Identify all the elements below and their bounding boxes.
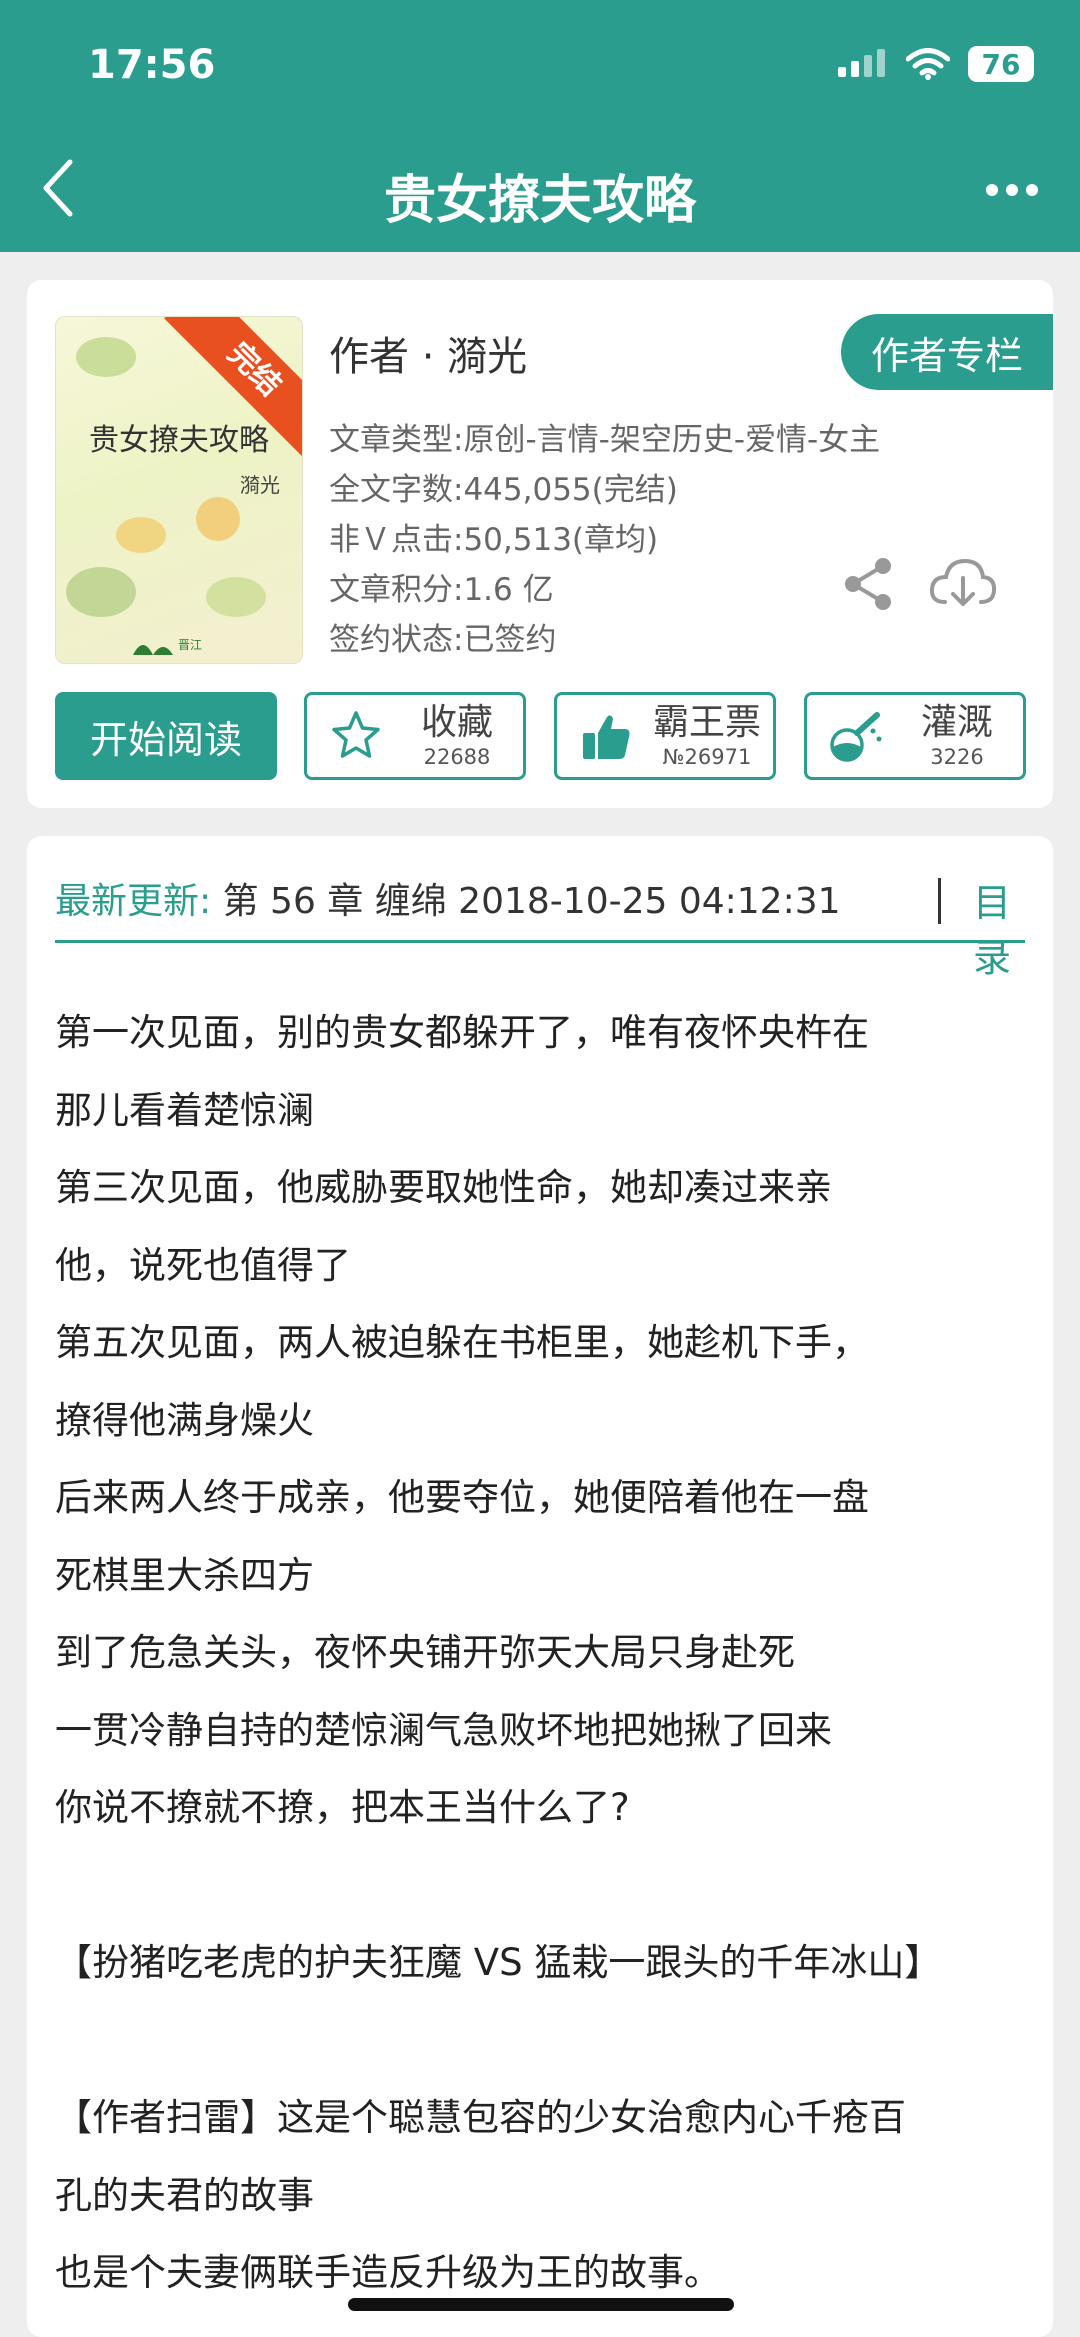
book-summary: 第一次见面，别的贵女都躲开了，唯有夜怀央杵在 那儿看着楚惊澜 第三次见面，他威胁… [55,994,1035,2312]
cover-decoration [76,337,136,377]
book-word-count: 全文字数:445,055(完结) [329,472,678,508]
summary-line: 一贯冷静自持的楚惊澜气急败坏地把她揪了回来 [55,1708,832,1752]
page-title: 贵女撩夫攻略 [383,171,696,231]
favorite-count: 22688 [423,745,491,769]
book-score: 文章积分:1.6 亿 [329,572,554,608]
summary-line: 他，说死也值得了 [55,1243,351,1287]
app-header: 17:56 76 贵女撩夫攻略 [0,0,1080,252]
star-icon [332,711,380,758]
summary-line [55,1847,1035,1925]
summary-line: 死棋里大杀四方 [55,1553,314,1597]
battery-indicator: 76 [968,46,1034,82]
home-indicator[interactable] [348,2298,734,2311]
latest-update-row[interactable]: 最新更新: 第 56 章 缠绵 2018-10-25 04:12:31 目录 [55,872,1025,980]
divider [938,878,941,924]
summary-card: 最新更新: 第 56 章 缠绵 2018-10-25 04:12:31 目录 第… [27,836,1053,2337]
divider [55,940,1025,943]
summary-line: 后来两人终于成亲，他要夺位，她便陪着他在一盘 [55,1476,869,1519]
status-time: 17:56 [88,42,216,88]
cover-decoration [206,577,266,617]
summary-line: 【作者扫雷】这是个聪慧包容的少女治愈内心千疮百 [55,2096,906,2139]
book-cover[interactable]: 完结 贵女撩夫攻略 漪光 晋江 [55,316,303,664]
download-cloud-icon[interactable] [929,556,997,612]
svg-text:晋江: 晋江 [178,638,202,652]
summary-line [55,2002,1035,2080]
thumbs-up-icon [583,715,630,759]
summary-line: 你说不撩就不撩，把本王当什么了? [55,1786,630,1829]
book-clicks: 非Ｖ点击:50,513(章均) [329,522,659,558]
wifi-icon [906,48,950,80]
cover-decoration [116,517,166,553]
vote-count: №26971 [662,745,752,769]
latest-update-label: 最新更新: [55,881,212,922]
favorite-button[interactable]: 收藏 22688 [304,692,526,780]
summary-line: 那儿看着楚惊澜 [55,1088,314,1132]
summary-line: 到了危急关头，夜怀央铺开弥天大局只身赴死 [55,1631,795,1674]
cover-decoration [66,567,136,617]
signal-icon [838,49,885,77]
start-reading-button[interactable]: 开始阅读 [55,692,277,780]
cover-decoration [196,497,240,541]
cover-title: 贵女撩夫攻略 [89,423,269,458]
summary-line: 第五次见面，两人被迫躲在书柜里，她趁机下手， [55,1321,869,1364]
book-contract: 签约状态:已签约 [329,622,557,658]
summary-line: 第一次见面，别的贵女都躲开了，唯有夜怀央杵在 [55,1011,869,1054]
vote-button[interactable]: 霸王票 №26971 [554,692,776,780]
favorite-label: 收藏 [420,702,493,743]
summary-line: 第三次见面，他威胁要取她性命，她却凑过来亲 [55,1166,832,1209]
cover-author: 漪光 [240,473,280,497]
more-button[interactable] [982,170,1042,210]
latest-update-text: 第 56 章 缠绵 2018-10-25 04:12:31 [222,881,841,922]
watering-flask-icon [830,712,882,762]
nutrient-label: 灌溉 [920,702,993,743]
book-type: 文章类型:原创-言情-架空历史-爱情-女主 [329,422,881,458]
share-icon[interactable] [841,556,897,612]
book-info-card: 完结 贵女撩夫攻略 漪光 晋江 作者 · 漪光 作者专栏 文章类型:原创-言情-… [27,280,1053,808]
nutrient-button[interactable]: 灌溉 3226 [804,692,1026,780]
more-dots-icon [986,184,1038,196]
summary-line: 撩得他满身燥火 [55,1398,314,1442]
author-name[interactable]: 作者 · 漪光 [329,324,527,382]
status-icons: 76 [838,46,1034,82]
nutrient-count: 3226 [930,745,984,769]
publisher-logo-icon: 晋江 [133,638,202,655]
summary-line: 孔的夫君的故事 [55,2173,314,2217]
vote-label: 霸王票 [652,702,761,743]
table-of-contents-link[interactable]: 目录 [973,872,1025,982]
summary-line: 【扮猪吃老虎的护夫狂魔 VS 猛栽一跟头的千年冰山】 [55,1941,942,1984]
author-column-button[interactable]: 作者专栏 [841,314,1053,390]
